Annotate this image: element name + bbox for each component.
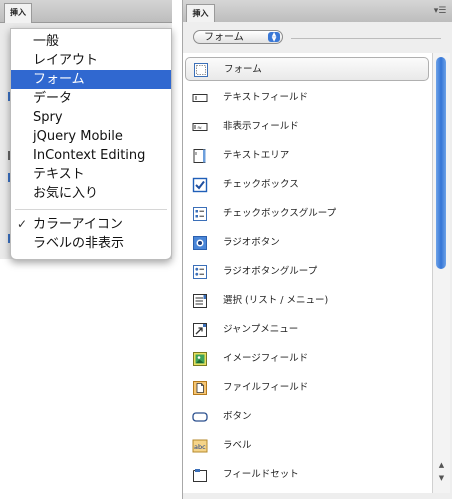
- insert-panel-right: 挿入 ▾☰ フォーム ▲ ▼ フォーム テキストフィールド ≈ 非表示フィールド…: [182, 0, 452, 499]
- radio-group-icon: [193, 265, 207, 279]
- hidden-field-icon: ≈: [192, 123, 208, 132]
- category-select-value: フォーム: [204, 32, 244, 43]
- menu-item-text[interactable]: テキスト: [11, 165, 171, 184]
- category-select[interactable]: フォーム ▲ ▼: [193, 30, 283, 44]
- form-icon: [194, 63, 208, 77]
- list-item-label: ジャンプメニュー: [223, 324, 299, 335]
- menu-item-jquery-mobile[interactable]: jQuery Mobile: [11, 127, 171, 146]
- scroll-down-arrow-icon[interactable]: ▼: [436, 473, 447, 483]
- list-item-label: イメージフィールド: [223, 353, 309, 364]
- list-item-textarea[interactable]: テキストエリア: [185, 144, 429, 168]
- list-item-radio-group[interactable]: ラジオボタングループ: [185, 260, 429, 284]
- list-item-button[interactable]: ボタン: [185, 405, 429, 429]
- list-item-label: ボタン: [223, 411, 252, 422]
- category-popup-menu: 一般 レイアウト フォーム データ Spry jQuery Mobile InC…: [10, 28, 172, 260]
- svg-text:abc: abc: [194, 443, 206, 451]
- menu-option-hide-labels[interactable]: ラベルの非表示: [11, 234, 171, 253]
- list-item-label: テキストエリア: [223, 150, 290, 161]
- list-scrollbar[interactable]: ▲ ▼: [432, 53, 450, 493]
- checkmark-icon: ✓: [17, 217, 28, 231]
- list-item-checkbox-group[interactable]: チェックボックスグループ: [185, 202, 429, 226]
- scroll-thumb[interactable]: [436, 57, 446, 269]
- menu-item-layout[interactable]: レイアウト: [11, 51, 171, 70]
- list-item-label: テキストフィールド: [223, 92, 309, 103]
- list-item-label: ラベル: [223, 440, 252, 451]
- checkbox-icon: [192, 177, 208, 193]
- menu-option-label: カラーアイコン: [33, 217, 123, 232]
- checkbox-group-icon: [193, 207, 207, 221]
- form-object-list: フォーム テキストフィールド ≈ 非表示フィールド テキストエリア チェックボッ…: [183, 53, 433, 493]
- panel-options-icon[interactable]: ▾☰: [433, 6, 447, 16]
- menu-item-data[interactable]: データ: [11, 89, 171, 108]
- list-item-label: チェックボックス: [223, 179, 299, 190]
- up-down-arrows-icon: ▲ ▼: [268, 32, 280, 43]
- list-item-checkbox[interactable]: チェックボックス: [185, 173, 429, 197]
- menu-item-incontext-editing[interactable]: InContext Editing: [11, 146, 171, 165]
- menu-item-spry[interactable]: Spry: [11, 108, 171, 127]
- label-icon: abc: [192, 439, 208, 453]
- list-item-image-field[interactable]: イメージフィールド: [185, 347, 429, 371]
- scroll-up-arrow-icon[interactable]: ▲: [436, 460, 447, 470]
- divider-line: [291, 38, 441, 39]
- list-item-label: ラジオボタングループ: [223, 266, 318, 277]
- file-field-icon: [193, 381, 207, 395]
- menu-separator: [15, 209, 167, 210]
- tab-insert-right[interactable]: 挿入: [186, 4, 215, 23]
- button-icon: [192, 412, 208, 422]
- menu-item-general[interactable]: 一般: [11, 32, 171, 51]
- svg-text:≈: ≈: [197, 125, 202, 132]
- image-field-icon: [193, 352, 207, 366]
- list-item-jump-menu[interactable]: ジャンプメニュー: [185, 318, 429, 342]
- list-item-label: ラジオボタン: [223, 237, 280, 248]
- list-item-label: 選択 (リスト / メニュー): [223, 295, 329, 306]
- list-item-label-tag[interactable]: abc ラベル: [185, 434, 429, 458]
- fieldset-icon: [193, 469, 207, 482]
- list-item-hidden-field[interactable]: ≈ 非表示フィールド: [185, 115, 429, 139]
- list-item-text-field[interactable]: テキストフィールド: [185, 86, 429, 110]
- text-field-icon: [192, 94, 208, 102]
- insert-panel-left: 挿入 一般 レイアウト フォーム データ Spry jQuery Mobile …: [0, 0, 172, 260]
- list-item-label: 非表示フィールド: [223, 121, 299, 132]
- menu-item-form[interactable]: フォーム: [11, 70, 171, 89]
- list-item-file-field[interactable]: ファイルフィールド: [185, 376, 429, 400]
- jump-menu-icon: [193, 323, 207, 337]
- list-item-fieldset[interactable]: フィールドセット: [185, 463, 429, 487]
- category-select-row: フォーム ▲ ▼: [183, 22, 452, 52]
- right-tab-bar: 挿入 ▾☰: [183, 0, 452, 23]
- list-item-select-list[interactable]: 選択 (リスト / メニュー): [185, 289, 429, 313]
- menu-item-favorites[interactable]: お気に入り: [11, 184, 171, 203]
- list-item-label: フィールドセット: [223, 469, 299, 480]
- menu-option-color-icons[interactable]: ✓ カラーアイコン: [11, 215, 171, 234]
- radio-button-icon: [193, 236, 207, 250]
- list-item-label: チェックボックスグループ: [223, 208, 337, 219]
- list-item-label: ファイルフィールド: [223, 382, 309, 393]
- list-item-radio-button[interactable]: ラジオボタン: [185, 231, 429, 255]
- left-tab-bar: 挿入: [0, 0, 172, 23]
- select-list-icon: [193, 294, 207, 308]
- list-item-form[interactable]: フォーム: [185, 57, 429, 81]
- tab-insert-left[interactable]: 挿入: [4, 3, 32, 23]
- textarea-icon: [193, 149, 206, 163]
- list-item-label: フォーム: [224, 64, 262, 75]
